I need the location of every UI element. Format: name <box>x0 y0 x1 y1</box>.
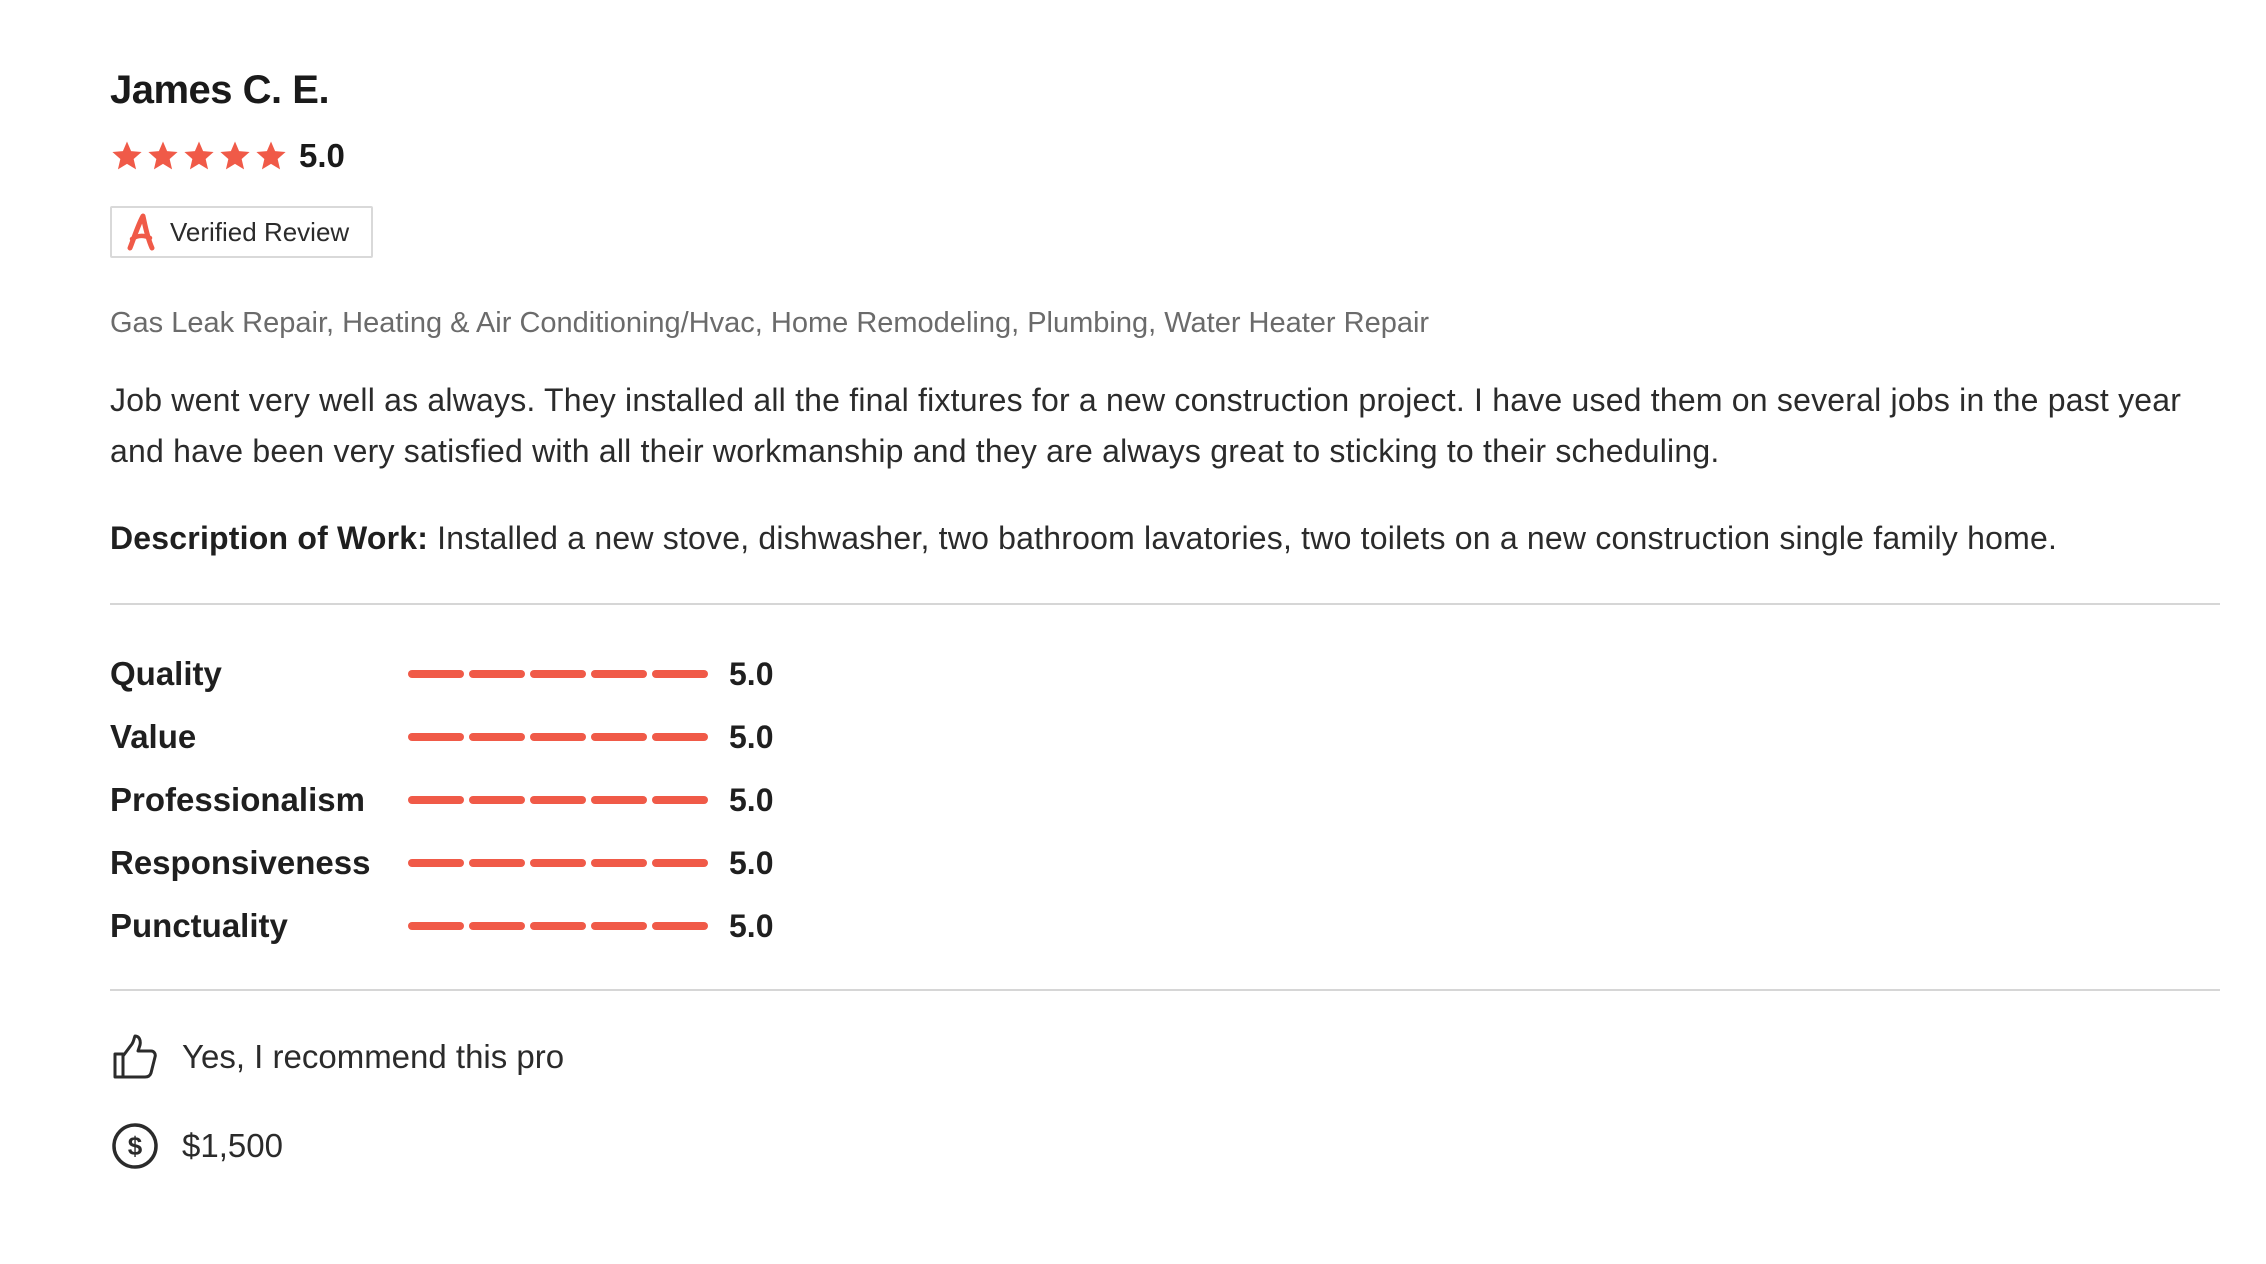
star-icon <box>256 141 286 170</box>
metric-score: 5.0 <box>729 907 774 944</box>
metric-row-value: Value 5.0 <box>110 706 2220 769</box>
metric-score: 5.0 <box>729 718 774 755</box>
metric-bar-segment <box>408 796 464 805</box>
metric-row-professionalism: Professionalism 5.0 <box>110 769 2220 832</box>
metric-bar-segment <box>530 796 586 805</box>
metric-bar-segment <box>469 796 525 805</box>
description-text: Installed a new stove, dishwasher, two b… <box>428 519 2058 556</box>
star-icon <box>148 141 178 170</box>
rating-breakdown: Quality 5.0 Value 5.0 Professionalism 5.0 Resp… <box>110 643 2220 958</box>
verified-review-badge: Verified Review <box>110 206 374 258</box>
overall-rating-score: 5.0 <box>299 137 345 174</box>
metric-bar-segment <box>652 670 708 679</box>
metric-bar-segment <box>469 922 525 931</box>
metric-label: Professionalism <box>110 781 365 819</box>
divider <box>110 988 2220 991</box>
metric-bar-segment <box>530 922 586 931</box>
metric-bar-segment <box>530 859 586 868</box>
divider <box>110 602 2220 605</box>
metric-bar-segment <box>652 859 708 868</box>
metric-bar-segment <box>652 922 708 931</box>
metric-bar-segment <box>408 733 464 742</box>
metric-score: 5.0 <box>729 844 774 881</box>
metric-bar-segment <box>591 859 647 868</box>
job-cost-text: $1,500 <box>182 1126 283 1164</box>
star-icon <box>112 141 142 170</box>
description-of-work: Description of Work: Installed a new sto… <box>110 513 2220 564</box>
metric-label: Responsiveness <box>110 844 371 882</box>
metric-bar <box>408 859 708 868</box>
metric-bar-segment <box>591 922 647 931</box>
metric-bar-segment <box>408 922 464 931</box>
metric-row-responsiveness: Responsiveness 5.0 <box>110 832 2220 895</box>
star-rating <box>110 139 290 173</box>
metric-row-quality: Quality 5.0 <box>110 643 2220 706</box>
job-cost: $ $1,500 <box>110 1116 2220 1176</box>
metric-bar-segment <box>591 670 647 679</box>
overall-rating: 5.0 <box>110 136 2220 176</box>
metric-bar-segment <box>591 733 647 742</box>
metric-bar-segment <box>530 670 586 679</box>
metric-bar-segment <box>469 670 525 679</box>
svg-text:$: $ <box>128 1131 143 1161</box>
dollar-circle-icon: $ <box>112 1123 158 1169</box>
service-categories: Gas Leak Repair, Heating & Air Condition… <box>110 307 1430 339</box>
metric-bar-segment <box>652 733 708 742</box>
metric-bar-segment <box>591 796 647 805</box>
review-card: James C. E. 5.0 Verified Review Gas Leak… <box>110 60 2220 1176</box>
metric-label: Quality <box>110 655 222 693</box>
review-body: Job went very well as always. They insta… <box>110 381 2182 469</box>
metric-row-punctuality: Punctuality 5.0 <box>110 895 2220 958</box>
star-icon <box>184 141 214 170</box>
metric-label: Punctuality <box>110 907 288 945</box>
metric-bar-segment <box>469 733 525 742</box>
recommendation-text: Yes, I recommend this pro <box>182 1037 565 1075</box>
thumbs-up-icon <box>113 1034 157 1079</box>
metric-bar <box>408 796 708 805</box>
description-label: Description of Work: <box>110 519 429 556</box>
metric-score: 5.0 <box>729 781 774 818</box>
star-icon <box>220 141 250 170</box>
metric-bar <box>408 733 708 742</box>
reviewer-name: James C. E. <box>110 68 330 112</box>
metric-bar-segment <box>469 859 525 868</box>
metric-bar-segment <box>530 733 586 742</box>
metric-bar-segment <box>652 796 708 805</box>
metric-bar-segment <box>408 670 464 679</box>
recommendation: Yes, I recommend this pro <box>110 1027 2220 1087</box>
metric-label: Value <box>110 718 197 756</box>
angi-logo-icon <box>127 213 155 251</box>
metric-bar-segment <box>408 859 464 868</box>
metric-bar <box>408 922 708 931</box>
metric-score: 5.0 <box>729 655 774 692</box>
metric-bar <box>408 670 708 679</box>
verified-review-label: Verified Review <box>170 216 350 247</box>
